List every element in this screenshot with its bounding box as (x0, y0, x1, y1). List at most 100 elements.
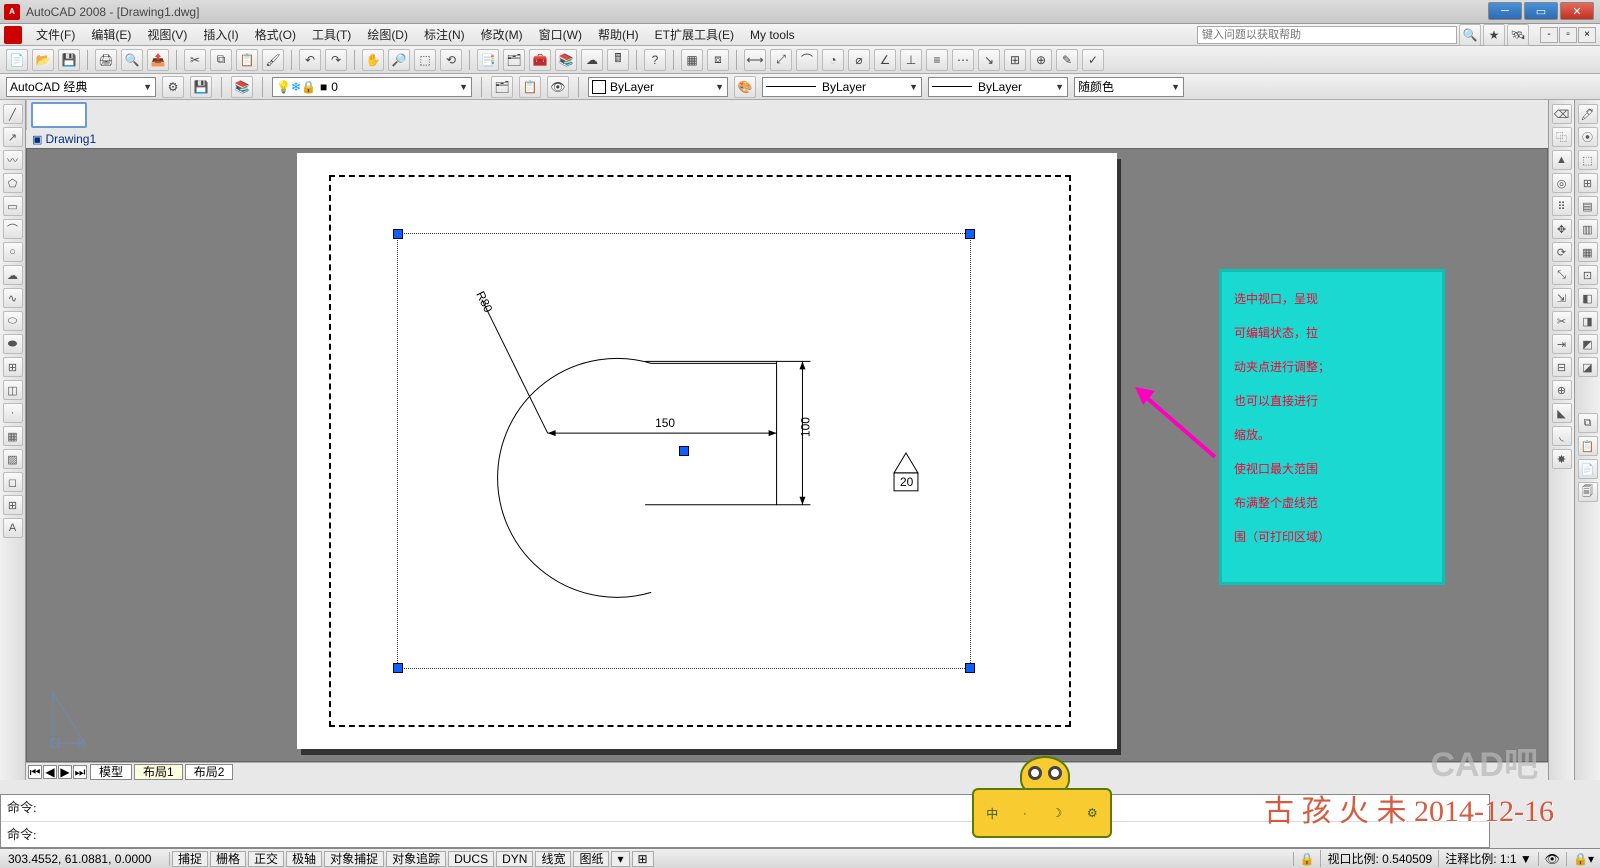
tool-c3-icon[interactable]: 📄 (1578, 459, 1598, 479)
offset-icon[interactable]: ◎ (1552, 173, 1572, 193)
select-color-icon[interactable]: 🎨 (734, 76, 756, 98)
rotate-icon[interactable]: ⟳ (1552, 242, 1572, 262)
toggle-osnap[interactable]: 对象捕捉 (324, 851, 384, 867)
comm-icon[interactable]: 🛰 (1507, 24, 1529, 46)
revcloud-icon[interactable]: ☁ (3, 265, 23, 285)
dim-edit-icon[interactable]: ✎ (1056, 49, 1078, 71)
scale-icon[interactable]: ⤡ (1552, 265, 1572, 285)
xref-icon[interactable]: ⧈ (707, 49, 729, 71)
toggle-ducs[interactable]: DUCS (448, 851, 494, 867)
matchprop-icon[interactable]: 🖌 (262, 49, 284, 71)
layout-viewport[interactable]: R80 150 100 (397, 233, 971, 669)
lock-icon[interactable]: 🔒 (1293, 852, 1321, 866)
toggle-model-icon[interactable]: ⊞ (632, 851, 654, 867)
makeblock-icon[interactable]: ◫ (3, 380, 23, 400)
dim-radius-icon[interactable]: ◔ (822, 49, 844, 71)
tool-b2-icon[interactable]: ◩ (1578, 334, 1598, 354)
fav-icon[interactable]: ★ (1483, 24, 1505, 46)
dim-arc-icon[interactable]: ⌒ (796, 49, 818, 71)
close-button[interactable]: ✕ (1560, 2, 1594, 20)
layer-states-icon[interactable]: 📋 (519, 76, 541, 98)
undo-icon[interactable]: ↶ (299, 49, 321, 71)
extend-icon[interactable]: ⇥ (1552, 334, 1572, 354)
dim-diameter-icon[interactable]: ⌀ (848, 49, 870, 71)
mtext-icon[interactable]: A (3, 518, 23, 538)
arc-icon[interactable]: ⌒ (3, 219, 23, 239)
tool-a3-icon[interactable]: ⬚ (1578, 150, 1598, 170)
menu-modify[interactable]: 修改(M) (473, 24, 531, 45)
tool-a2-icon[interactable]: ⦿ (1578, 127, 1598, 147)
pline-icon[interactable]: 〰 (3, 150, 23, 170)
menu-dimension[interactable]: 标注(N) (416, 24, 473, 45)
cut-icon[interactable]: ✂ (184, 49, 206, 71)
layer-iso-icon[interactable]: 👁 (547, 76, 569, 98)
open-icon[interactable]: 📂 (32, 49, 54, 71)
toggle-snap[interactable]: 捕捉 (172, 851, 208, 867)
tab-layout1[interactable]: 布局1 (134, 764, 183, 780)
menu-tools[interactable]: 工具(T) (304, 24, 359, 45)
toggle-dyn[interactable]: DYN (496, 851, 533, 867)
workspace-combo[interactable]: AutoCAD 经典▼ (6, 77, 156, 97)
hatch-icon[interactable]: ▦ (3, 426, 23, 446)
menu-window[interactable]: 窗口(W) (531, 24, 590, 45)
toggle-hide-icon[interactable]: ▾ (611, 851, 629, 867)
tool-a9-icon[interactable]: ◧ (1578, 288, 1598, 308)
break-icon[interactable]: ⊟ (1552, 357, 1572, 377)
calc-icon[interactable]: 🖩 (607, 49, 629, 71)
xline-icon[interactable]: ↗ (3, 127, 23, 147)
app-menu-icon[interactable] (4, 26, 22, 44)
anno-vis-icon[interactable]: 👁 (1538, 852, 1566, 866)
color-combo[interactable]: ByLayer▼ (588, 77, 728, 97)
tab-prev-icon[interactable]: ◀ (43, 765, 57, 779)
help-search-input[interactable] (1197, 26, 1457, 44)
copy-obj-icon[interactable]: ⿻ (1552, 127, 1572, 147)
zoom-rt-icon[interactable]: 🔎 (388, 49, 410, 71)
dim-baseline-icon[interactable]: ≡ (926, 49, 948, 71)
toolpalettes-icon[interactable]: 🧰 (529, 49, 551, 71)
doc-tab-label[interactable]: ▣ Drawing1 (26, 130, 1548, 148)
workspace-settings-icon[interactable]: ⚙ (162, 76, 184, 98)
paste-icon[interactable]: 📋 (236, 49, 258, 71)
tool-c2-icon[interactable]: 📋 (1578, 436, 1598, 456)
trim-icon[interactable]: ✂ (1552, 311, 1572, 331)
tool-a6-icon[interactable]: ▥ (1578, 219, 1598, 239)
toggle-otrack[interactable]: 对象追踪 (386, 851, 446, 867)
tool-c4-icon[interactable]: 🗐 (1578, 482, 1598, 502)
dim-continue-icon[interactable]: ⋯ (952, 49, 974, 71)
publish-icon[interactable]: 📤 (147, 49, 169, 71)
ellipse-icon[interactable]: ⬭ (3, 311, 23, 331)
tool-a7-icon[interactable]: ▦ (1578, 242, 1598, 262)
tab-next-icon[interactable]: ▶ (58, 765, 72, 779)
tool-a5-icon[interactable]: ▤ (1578, 196, 1598, 216)
polygon-icon[interactable]: ⬠ (3, 173, 23, 193)
region-icon[interactable]: ◻ (3, 472, 23, 492)
redo-icon[interactable]: ↷ (325, 49, 347, 71)
tool-a4-icon[interactable]: ⊞ (1578, 173, 1598, 193)
help-icon[interactable]: ? (644, 49, 666, 71)
explode-icon[interactable]: ✸ (1552, 449, 1572, 469)
dim-linear-icon[interactable]: ⟷ (744, 49, 766, 71)
layer-combo[interactable]: 💡❄🔒■ 0▼ (272, 77, 472, 97)
menu-ettools[interactable]: ET扩展工具(E) (647, 24, 742, 45)
array-icon[interactable]: ⠿ (1552, 196, 1572, 216)
tool-a1-icon[interactable]: 🖊 (1578, 104, 1598, 124)
print-icon[interactable]: 🖨 (95, 49, 117, 71)
anno-scale[interactable]: 注释比例: 1:1 ▼ (1438, 850, 1538, 867)
doc-thumb[interactable] (31, 102, 87, 128)
mdi-minimize[interactable]: - (1540, 27, 1558, 43)
ellipsearc-icon[interactable]: ⬬ (3, 334, 23, 354)
gradient-icon[interactable]: ▨ (3, 449, 23, 469)
tool-b3-icon[interactable]: ◪ (1578, 357, 1598, 377)
command-window[interactable]: 命令: 命令: (0, 794, 1490, 848)
tool-a8-icon[interactable]: ⊡ (1578, 265, 1598, 285)
command-input[interactable]: 命令: (1, 821, 1489, 848)
menu-insert[interactable]: 插入(I) (195, 24, 246, 45)
toggle-paper[interactable]: 图纸 (573, 851, 609, 867)
dim-tolerance-icon[interactable]: ⊞ (1004, 49, 1026, 71)
block-icon[interactable]: ▦ (681, 49, 703, 71)
rectangle-icon[interactable]: ▭ (3, 196, 23, 216)
tab-layout2[interactable]: 布局2 (185, 764, 234, 780)
lineweight-combo[interactable]: ByLayer▼ (928, 77, 1068, 97)
copy-icon[interactable]: ⧉ (210, 49, 232, 71)
pan-icon[interactable]: ✋ (362, 49, 384, 71)
